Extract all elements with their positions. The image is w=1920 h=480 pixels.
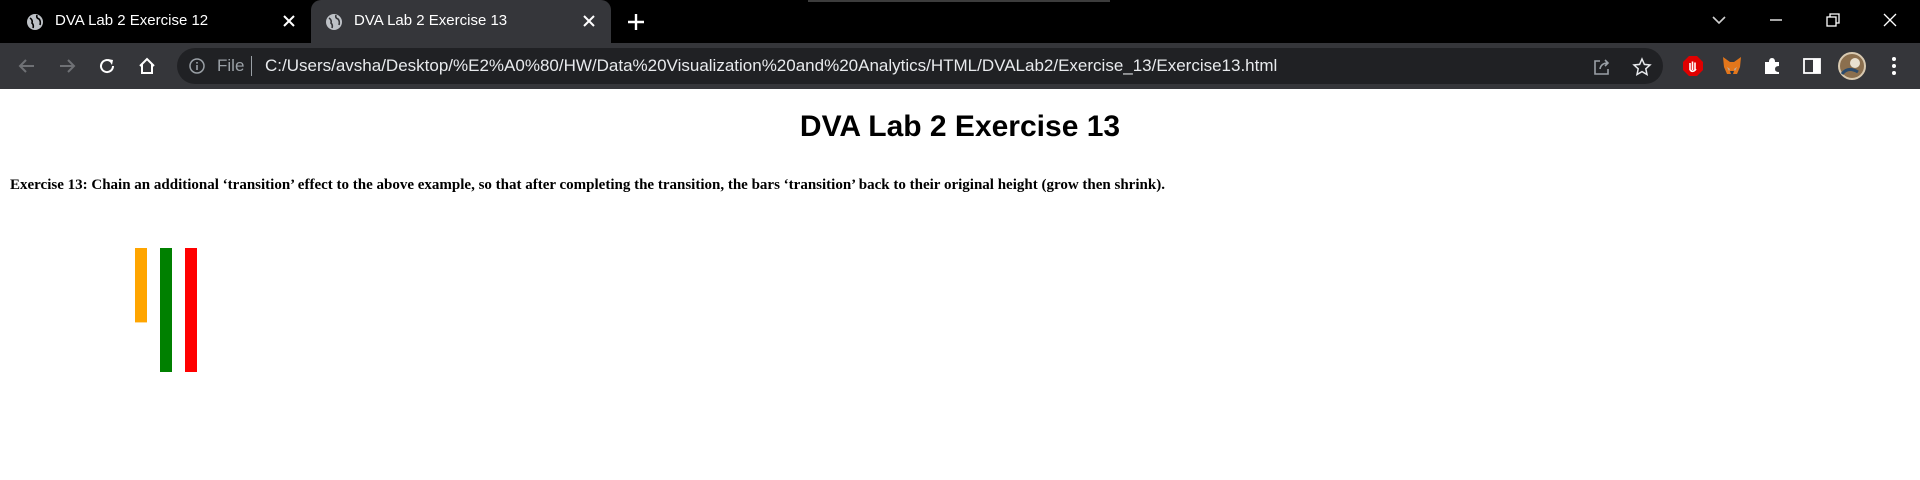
tab-exercise-12[interactable]: DVA Lab 2 Exercise 12 — [0, 0, 300, 43]
tab-exercise-13[interactable]: DVA Lab 2 Exercise 13 — [311, 0, 611, 43]
forward-arrow-icon[interactable] — [54, 53, 80, 79]
reload-icon[interactable] — [94, 53, 120, 79]
browser-toolbar: File C:/Users/avsha/Desktop/%E2%A0%80/HW… — [0, 43, 1920, 89]
globe-icon — [27, 14, 43, 30]
minimize-icon[interactable] — [1762, 6, 1790, 34]
window-drag-indicator — [808, 0, 1110, 2]
scheme-label: File — [217, 56, 245, 75]
close-icon[interactable] — [1876, 6, 1904, 34]
exercise-instructions: Exercise 13: Chain an additional ‘transi… — [10, 177, 1165, 193]
page-title: DVA Lab 2 Exercise 13 — [799, 110, 1121, 143]
back-arrow-icon[interactable] — [14, 53, 40, 79]
bar-1 — [135, 248, 147, 323]
side-panel-icon[interactable] — [1800, 54, 1824, 78]
chevron-down-icon[interactable] — [1705, 6, 1733, 34]
bar-chart — [135, 248, 197, 372]
star-icon[interactable] — [1632, 57, 1652, 77]
share-icon[interactable] — [1592, 57, 1612, 77]
bar-2 — [160, 248, 172, 372]
profile-avatar-icon[interactable] — [1838, 52, 1866, 80]
tab-title: DVA Lab 2 Exercise 12 — [55, 12, 209, 29]
url-text[interactable]: C:/Users/avsha/Desktop/%E2%A0%80/HW/Data… — [265, 56, 1277, 76]
close-icon[interactable] — [580, 12, 598, 30]
info-icon[interactable] — [189, 58, 205, 74]
bar-3 — [185, 248, 197, 372]
home-icon[interactable] — [134, 53, 160, 79]
tab-strip: DVA Lab 2 Exercise 12 DVA Lab 2 Exercise… — [0, 0, 1920, 43]
tab-title: DVA Lab 2 Exercise 13 — [354, 12, 508, 29]
adblock-icon[interactable] — [1681, 54, 1705, 78]
metamask-fox-icon[interactable] — [1720, 54, 1744, 78]
puzzle-extensions-icon[interactable] — [1760, 54, 1784, 78]
kebab-menu-icon[interactable] — [1882, 54, 1906, 78]
globe-icon — [326, 14, 342, 30]
restore-icon[interactable] — [1819, 6, 1847, 34]
plus-icon[interactable] — [625, 11, 647, 33]
close-icon[interactable] — [280, 12, 298, 30]
address-bar[interactable]: File C:/Users/avsha/Desktop/%E2%A0%80/HW… — [177, 48, 1663, 84]
address-separator — [251, 56, 252, 76]
